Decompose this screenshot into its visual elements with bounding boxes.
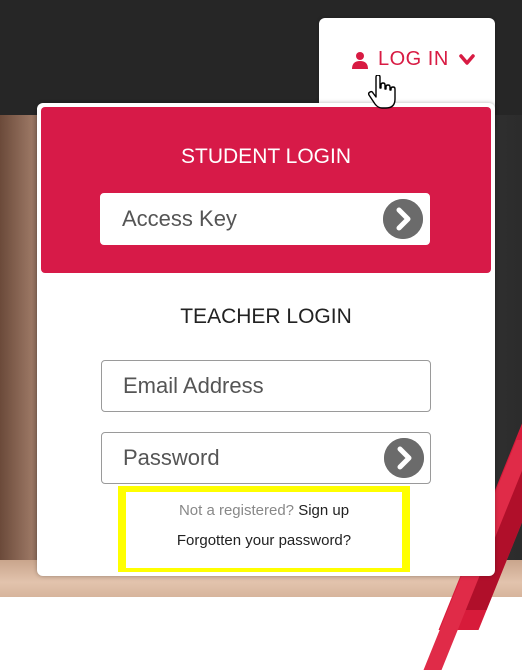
hand-pointer-cursor: [367, 75, 396, 109]
sign-up-link[interactable]: Sign up: [298, 502, 349, 519]
student-login-section: STUDENT LOGIN Access Key: [41, 107, 491, 273]
email-placeholder: Email Address: [123, 373, 264, 398]
account-links: Not a registered? Sign up Forgotten your…: [126, 492, 402, 568]
arrow-right-circle-icon: [384, 438, 424, 478]
forgot-password-link[interactable]: Forgotten your password?: [126, 532, 402, 549]
arrow-right-circle-icon: [383, 199, 423, 239]
chevron-down-icon: [459, 53, 475, 65]
password-placeholder: Password: [123, 445, 220, 470]
access-key-input[interactable]: Access Key: [100, 193, 430, 245]
access-key-submit-button[interactable]: [383, 199, 423, 239]
student-login-title: STUDENT LOGIN: [181, 145, 351, 168]
login-toggle[interactable]: LOG IN: [351, 48, 475, 71]
email-field[interactable]: Email Address: [101, 360, 431, 412]
signup-line: Not a registered? Sign up: [126, 502, 402, 519]
login-label: LOG IN: [378, 48, 449, 70]
teacher-login-title: TEACHER LOGIN: [180, 305, 352, 328]
teacher-login-submit-button[interactable]: [384, 438, 424, 478]
user-icon: [352, 51, 368, 69]
access-key-placeholder: Access Key: [122, 206, 237, 231]
password-field[interactable]: Password: [101, 432, 431, 484]
not-registered-text: Not a registered?: [178, 502, 295, 519]
